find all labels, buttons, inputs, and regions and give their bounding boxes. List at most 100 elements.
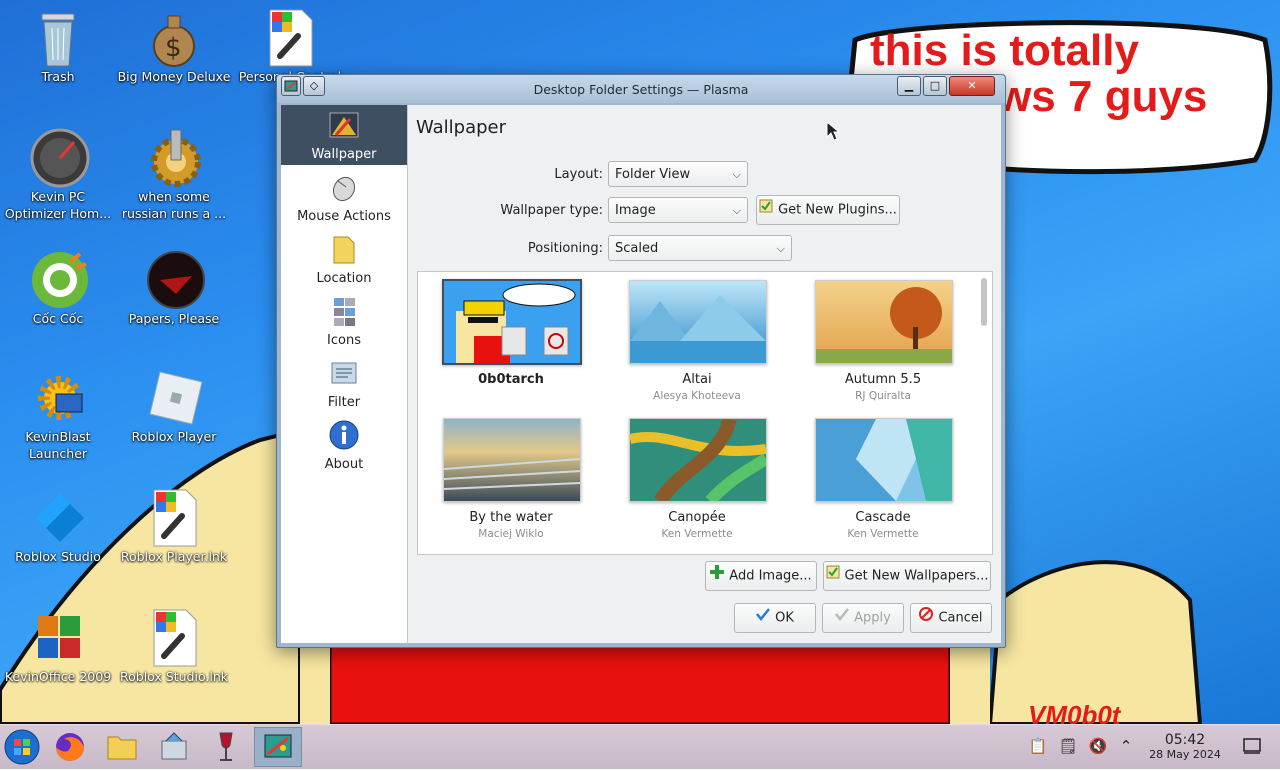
wallpaper-type-value: Image [615,203,656,218]
wallpaper-author: Ken Vermette [661,528,733,540]
wallpaper-grid-scrollbar[interactable] [980,276,988,550]
taskbar-file-manager[interactable] [102,727,142,767]
link-file-icon [146,488,202,547]
desktop-icon-label: Cốc Cốc [32,311,84,326]
minimize-button[interactable]: ▁ [897,76,921,96]
cancel-label: Cancel [938,610,983,626]
wallpaper-item[interactable]: Autumn 5.5 RJ Quiralta [790,272,960,406]
desktop-icon-papers-please[interactable]: Papers, Please [116,250,232,327]
ok-button[interactable]: OK [734,603,816,633]
wallpaper-item[interactable]: Canopée Ken Vermette [604,410,774,544]
checkmark-icon [756,604,771,632]
folder-icon [107,736,137,760]
desktop-icon-roblox-player[interactable]: Roblox Player [116,368,232,445]
wallpaper-author: RJ Quiralta [855,390,911,402]
desktop-icon-roblox-player-lnk[interactable]: Roblox Player.lnk [116,488,232,565]
desktop-icon-trash[interactable]: Trash [0,8,116,85]
window-titlebar[interactable]: ◇ Desktop Folder Settings — Plasma ▁ □ ✕ [277,75,1005,103]
money-bag-icon: $ [146,8,202,67]
roblox-icon [146,368,203,425]
sun-icon [30,368,86,424]
icons-icon [328,295,360,327]
get-new-wallpapers-button[interactable]: Get New Wallpapers... [823,561,991,591]
sidebar-item-filter[interactable]: Filter [281,353,407,413]
get-new-plugins-label: Get New Plugins... [778,202,897,218]
wallpaper-type-select[interactable]: Image ⌵ [608,197,748,223]
clock-time: 05:42 [1164,732,1206,748]
taskbar-software-center[interactable] [154,727,194,767]
desktop-icon-label: Big Money Deluxe [117,69,231,84]
wallpaper-thumbnail [815,280,953,364]
get-new-plugins-button[interactable]: Get New Plugins... [756,195,900,225]
scrollbar-thumb[interactable] [981,278,987,326]
ok-label: OK [775,610,794,626]
window-client: Wallpaper Mouse Actions Location Icons F… [281,105,1001,643]
taskbar-clock[interactable]: 05:42 28 May 2024 [1140,732,1230,761]
sidebar-item-mouse-actions[interactable]: Mouse Actions [281,167,407,227]
trash-icon [30,8,86,67]
show-desktop-button[interactable] [1242,735,1262,755]
sidebar-item-wallpaper[interactable]: Wallpaper [281,105,407,165]
info-icon [328,419,360,451]
add-image-label: Add Image... [729,568,812,584]
apply-button[interactable]: Apply [822,603,904,633]
tray-clipboard-icon[interactable]: 📋 [1028,737,1048,757]
desktop-icon-label: Roblox Studio [15,549,101,564]
desktop-icon-coc-coc[interactable]: Cốc Cốc [0,250,116,327]
tray-expand-icon[interactable]: ⌃ [1116,737,1136,757]
desktop-icon-label: Kevin PC Optimizer Hom... [4,189,112,221]
wallpaper-item[interactable]: By the water Maciej Wiklo [418,410,588,544]
positioning-select[interactable]: Scaled ⌵ [608,235,792,261]
start-button[interactable] [2,727,42,767]
wallpaper-icon [328,109,360,141]
close-icon: ✕ [967,79,977,92]
taskbar-desktop-settings[interactable] [254,727,302,767]
link-file-icon [262,8,318,67]
desktop-icon-roblox-studio[interactable]: Roblox Studio [0,488,116,565]
tray-notes-icon[interactable]: 🗒 [1058,737,1078,757]
taskbar-firefox[interactable] [50,727,90,767]
desktop-icon-roblox-studio-lnk[interactable]: Roblox Studio.lnk [116,608,232,685]
coc-coc-icon [30,250,88,308]
desktop-icon-kevinoffice-2009[interactable]: KevinOffice 2009 [0,608,116,685]
wallpaper-item[interactable]: 0b0tarch [418,272,588,406]
wallpaper-grid: 0b0tarch Altai Alesya Khoteeva Autumn 5.… [417,271,993,555]
office-icon [30,608,86,664]
cancel-button[interactable]: Cancel [910,603,992,633]
desktop-icon-label: KevinBlast Launcher [25,429,91,461]
window-title: Desktop Folder Settings — Plasma [533,82,749,97]
sidebar-item-icons[interactable]: Icons [281,291,407,351]
checkmark-icon [835,604,850,632]
layout-select[interactable]: Folder View ⌵ [608,161,748,187]
desktop-icon-russian-runs[interactable]: when some russian runs a ... [116,128,232,222]
desktop-icon-kevin-pc-optimizer[interactable]: Kevin PC Optimizer Hom... [0,128,116,222]
taskbar-wine[interactable] [206,727,246,767]
papers-please-icon [146,250,205,309]
layout-label: Layout: [554,167,603,182]
tray-volume-muted-icon[interactable]: 🔇 [1088,737,1108,757]
sidebar-item-about[interactable]: About [281,415,407,475]
sidebar-item-label: Mouse Actions [297,209,391,224]
show-desktop-icon [1243,738,1261,754]
sidebar-item-label: Location [316,271,372,286]
close-button[interactable]: ✕ [949,76,995,96]
wallpaper-author: Maciej Wiklo [478,528,544,540]
minimize-icon: ▁ [904,79,914,92]
chevron-down-icon: ⌵ [732,168,741,181]
wallpaper-name: Autumn 5.5 [844,372,922,387]
wallpaper-thumbnail [442,279,582,365]
desktop-icon-big-money-deluxe[interactable]: $ Big Money Deluxe [116,8,232,85]
wallpaper-item[interactable]: Cascade Ken Vermette [790,410,960,544]
desktop-icon-kevinblast-launcher[interactable]: KevinBlast Launcher [0,368,116,462]
sidebar-item-location[interactable]: Location [281,229,407,289]
taskbar: 📋 🗒 🔇 ⌃ 05:42 28 May 2024 [0,724,1280,769]
wallpaper-item[interactable]: Altai Alesya Khoteeva [604,272,774,406]
sidebar-item-label: Icons [327,333,361,348]
filter-icon [328,357,360,389]
add-image-button[interactable]: Add Image... [705,561,817,591]
wallpaper-thumbnail [629,418,767,502]
desktop-icon-label: Roblox Studio.lnk [119,669,228,684]
firefox-icon [56,733,84,761]
link-file-icon [146,608,202,667]
maximize-button[interactable]: □ [923,76,947,96]
